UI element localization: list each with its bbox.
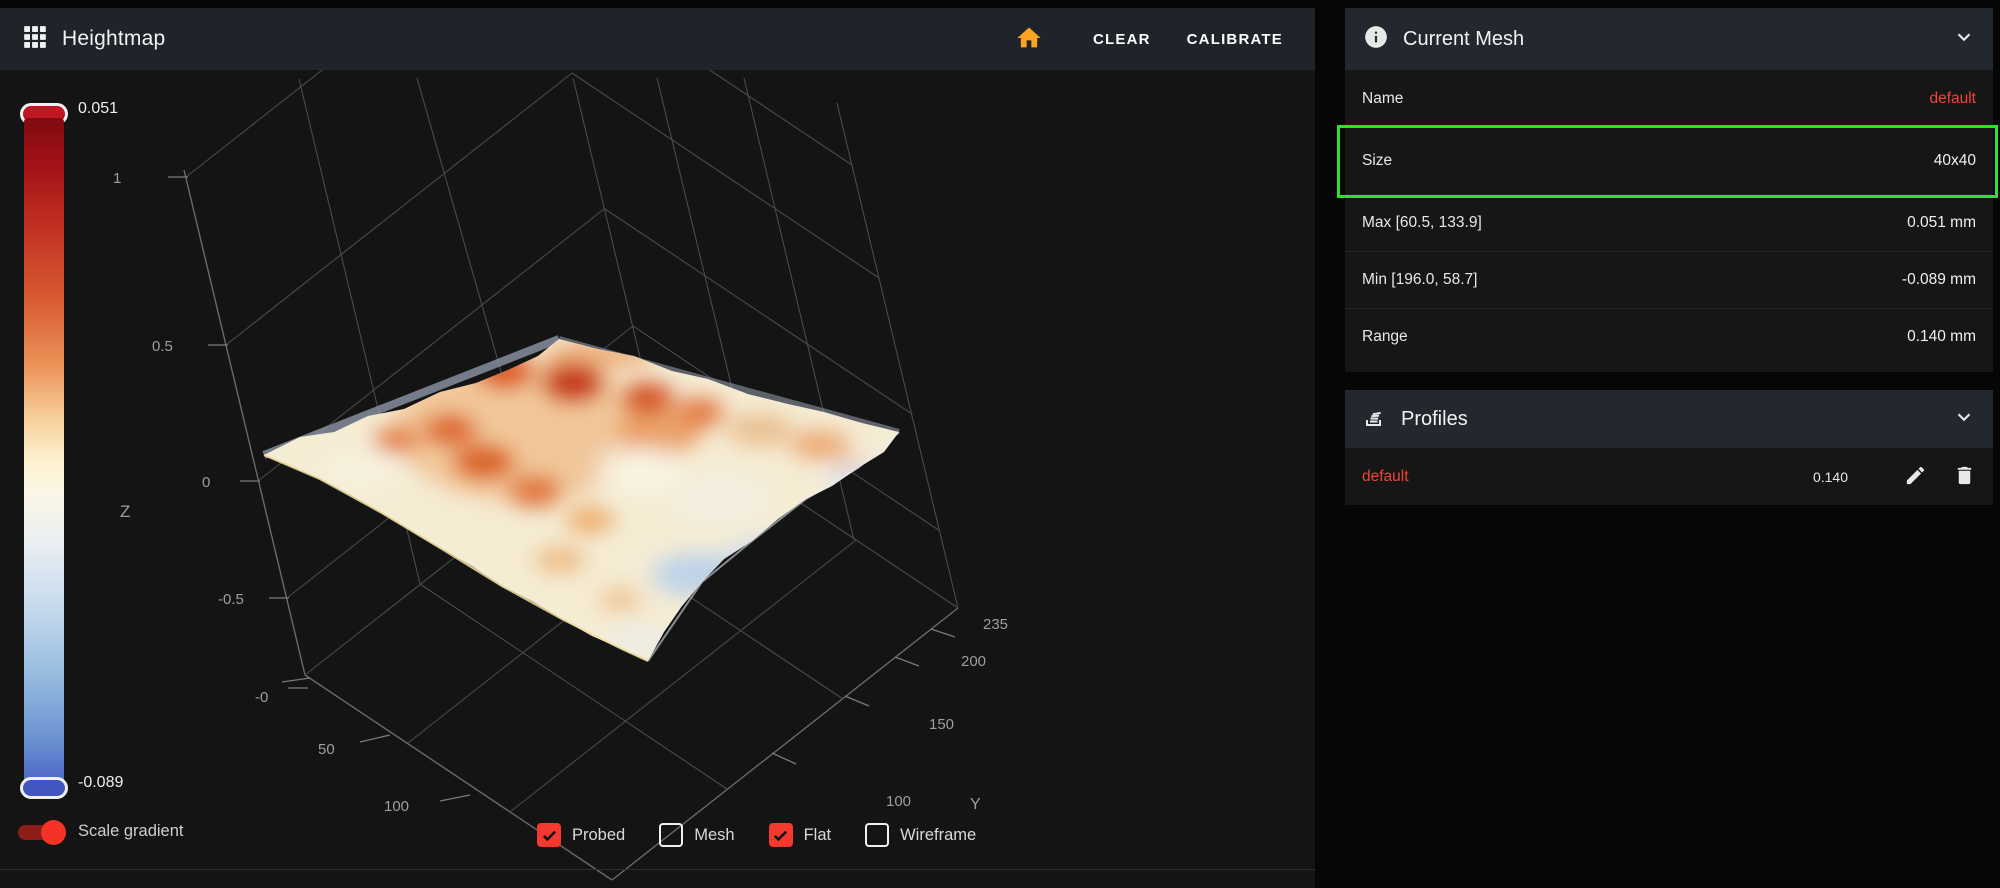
profiles-header[interactable]: Profiles (1345, 390, 1993, 448)
checkbox-mesh[interactable]: Mesh (659, 823, 735, 847)
colorbar-min-value: -0.089 (78, 774, 124, 791)
svg-text:0: 0 (202, 474, 210, 491)
svg-text:0.5: 0.5 (152, 338, 173, 355)
pencil-icon (1904, 464, 1927, 490)
profile-range-value: 0.140 (1812, 468, 1848, 485)
heightmap-3d-plot[interactable]: 1 0.5 0 -0.5 -0 Z 50 100 100 150 200 235… (0, 70, 1315, 888)
home-icon (1015, 27, 1043, 55)
profiles-card: Profiles default 0.140 (1345, 390, 1993, 505)
checkbox-wireframe[interactable]: Wireframe (865, 823, 976, 847)
chevron-down-icon[interactable] (1953, 26, 1975, 53)
svg-text:Z: Z (120, 502, 130, 521)
mesh-checkbox-icon (659, 823, 684, 847)
svg-text:150: 150 (929, 716, 954, 733)
current-mesh-title: Current Mesh (1403, 27, 1525, 50)
info-icon (1363, 24, 1389, 55)
current-mesh-header[interactable]: Current Mesh (1345, 8, 1993, 70)
mesh-size-value: 40x40 (1933, 152, 1976, 169)
home-button[interactable] (1001, 16, 1057, 63)
svg-text:-0.5: -0.5 (218, 591, 244, 608)
profile-name: default (1362, 467, 1409, 485)
svg-text:200: 200 (961, 653, 986, 670)
checkbox-flat[interactable]: Flat (768, 823, 831, 847)
current-mesh-card: Current Mesh Name default Size 40x40 Max… (1337, 8, 1998, 372)
probed-checkbox-icon (537, 823, 561, 847)
checkbox-probed[interactable]: Probed (537, 823, 625, 847)
edit-profile-button[interactable] (1904, 464, 1927, 490)
colorbar-gradient (24, 118, 64, 786)
mesh-name-value: default (1929, 89, 1976, 107)
heightmap-grid-icon (22, 24, 48, 55)
scale-gradient-toggle[interactable] (18, 819, 66, 845)
colorbar-max-value: 0.051 (78, 100, 119, 117)
mesh-max-row: Max [60.5, 133.9] 0.051 mm (1345, 194, 1993, 251)
profile-row-default[interactable]: default 0.140 (1345, 448, 1993, 505)
mesh-max-value: 0.051 mm (1907, 214, 1976, 231)
display-options: Probed Mesh Flat Wireframe (537, 823, 1010, 847)
mesh-size-row: Size 40x40 (1345, 127, 1993, 194)
svg-text:100: 100 (886, 793, 911, 810)
plot-bottom-divider (0, 869, 1315, 870)
svg-text:50: 50 (318, 741, 335, 758)
profiles-title: Profiles (1401, 407, 1468, 430)
mesh-range-value: 0.140 mm (1907, 328, 1976, 345)
page-title: Heightmap (62, 27, 166, 50)
chevron-down-icon[interactable] (1953, 406, 1975, 433)
heightmap-surface-chart: 1 0.5 0 -0.5 -0 Z 50 100 100 150 200 235… (113, 70, 1008, 881)
colorbar-min-handle[interactable] (20, 777, 68, 799)
clear-button[interactable]: CLEAR (1075, 21, 1169, 58)
svg-text:1: 1 (113, 170, 121, 187)
stack-icon (1363, 405, 1387, 434)
heightmap-toolbar: Heightmap CLEAR CALIBRATE (0, 8, 1315, 70)
svg-text:-0: -0 (255, 689, 268, 706)
mesh-range-row: Range 0.140 mm (1345, 308, 1993, 365)
flat-checkbox-icon (768, 823, 793, 847)
calibrate-button[interactable]: CALIBRATE (1169, 21, 1301, 58)
delete-profile-button[interactable] (1953, 464, 1976, 490)
svg-text:235: 235 (983, 616, 1008, 633)
svg-text:100: 100 (384, 798, 409, 815)
svg-text:Y: Y (970, 796, 981, 813)
trash-icon (1953, 464, 1976, 490)
mesh-min-row: Min [196.0, 58.7] -0.089 mm (1345, 251, 1993, 308)
mesh-min-value: -0.089 mm (1901, 271, 1976, 288)
mesh-name-row: Name default (1362, 89, 1976, 107)
wireframe-checkbox-icon (865, 823, 890, 847)
heightmap-panel: Heightmap CLEAR CALIBRATE 1 0.5 0 -0.5 -… (0, 8, 1315, 888)
scale-gradient-label: Scale gradient (78, 822, 184, 840)
